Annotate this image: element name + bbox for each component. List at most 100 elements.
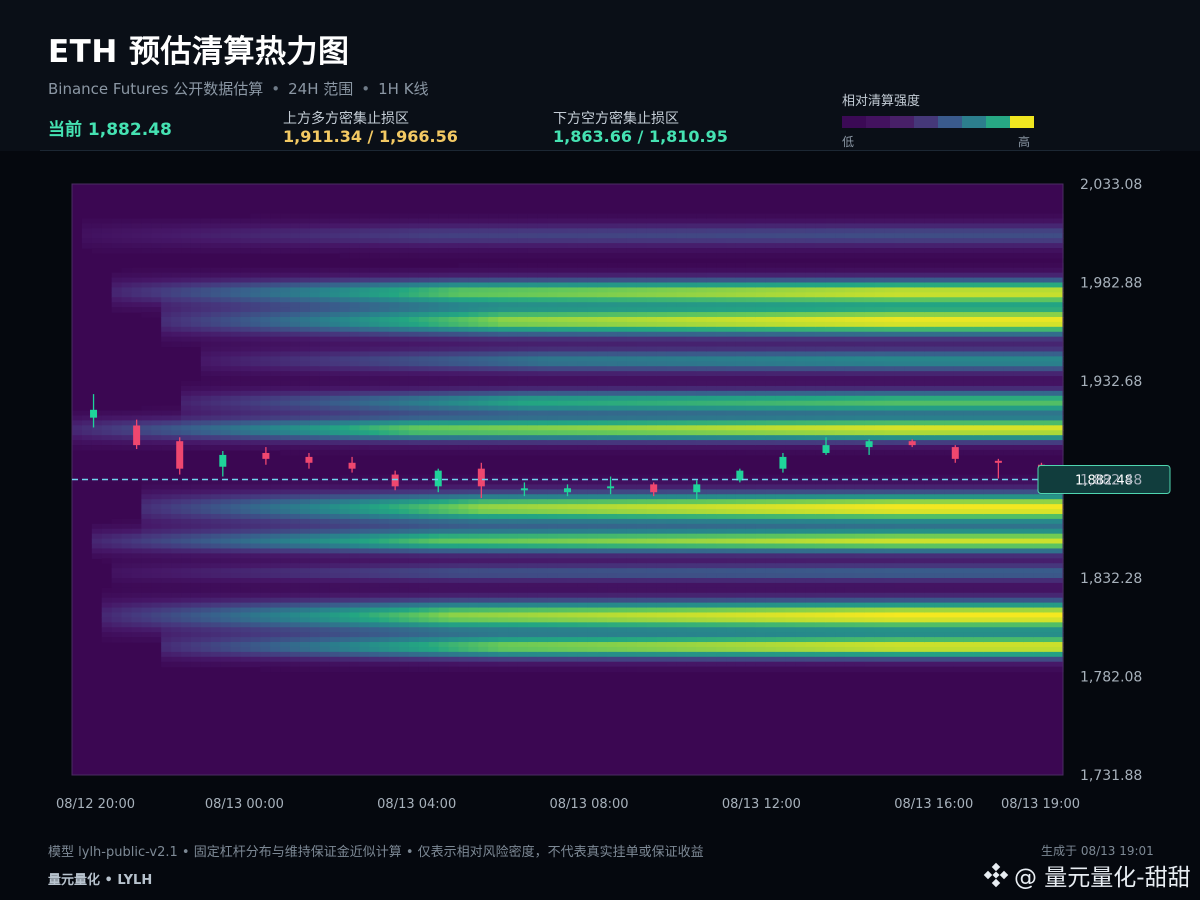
heatmap-cell [547, 410, 559, 417]
heatmap-cell [577, 484, 588, 490]
heatmap-cell [656, 597, 668, 604]
heatmap-cell [379, 509, 390, 515]
heatmap-cell [151, 312, 162, 318]
heatmap-cell [567, 277, 579, 284]
heatmap-cell [646, 307, 658, 313]
heatmap-cell [101, 420, 113, 426]
heatmap-cell [190, 297, 202, 303]
heatmap-cell [408, 336, 420, 343]
heatmap-cell [626, 632, 638, 638]
heatmap-cell [220, 366, 232, 372]
heatmap-cell [230, 248, 242, 254]
heatmap-cell [498, 420, 509, 426]
heatmap-cell [428, 213, 440, 220]
heatmap-cell [240, 597, 251, 604]
heatmap-cell [458, 272, 469, 279]
heatmap-cell [567, 548, 579, 554]
heatmap-cell [597, 622, 608, 628]
heatmap-cell [309, 400, 321, 407]
heatmap-cell [617, 642, 628, 648]
heatmap-cell [190, 277, 202, 284]
heatmap-cell [646, 597, 658, 604]
heatmap-cell [577, 499, 588, 505]
heatmap-cell [91, 538, 103, 545]
heatmap-cell [656, 385, 668, 392]
heatmap-cell [418, 405, 430, 412]
heatmap-cell [91, 238, 103, 244]
heatmap-cell [200, 282, 212, 289]
heatmap-cell [676, 558, 688, 564]
heatmap-cell [617, 632, 628, 638]
heatmap-cell [508, 553, 519, 559]
heatmap-cell [290, 646, 301, 653]
heatmap-cell [498, 612, 509, 618]
heatmap-cell [587, 248, 598, 254]
heatmap-cell [230, 509, 242, 515]
heatmap-cell [230, 366, 242, 372]
heatmap-cell [349, 395, 360, 402]
heatmap-cell [458, 587, 469, 594]
heatmap-cell [527, 218, 539, 224]
heatmap-cell [270, 627, 281, 633]
heatmap-cell [171, 528, 182, 535]
heatmap-cell [171, 479, 182, 486]
heatmap-cell [686, 632, 697, 638]
heatmap-cell [676, 642, 688, 648]
heatmap-cell [240, 336, 251, 343]
heatmap-cell [171, 661, 182, 668]
heatmap-cell [666, 420, 678, 426]
heatmap-cell [408, 607, 420, 614]
heatmap-cell [498, 410, 509, 417]
heatmap-cell [686, 336, 697, 343]
heatmap-cell [428, 538, 440, 545]
heatmap-cell [141, 533, 152, 540]
heatmap-cell [557, 410, 569, 417]
heatmap-cell [666, 405, 678, 412]
heatmap-cell [547, 341, 559, 348]
heatmap-cell [508, 238, 519, 244]
heatmap-cell [369, 573, 380, 579]
heatmap-cell [597, 228, 608, 234]
heatmap-cell [527, 651, 539, 658]
heatmap-cell [626, 395, 638, 402]
heatmap-cell [537, 592, 549, 599]
heatmap-cell [369, 238, 380, 244]
heatmap-cell [498, 233, 509, 239]
heatmap-cell [498, 558, 509, 564]
heatmap-cell [557, 297, 569, 303]
heatmap-cell [319, 528, 331, 535]
heatmap-cell [329, 292, 341, 298]
heatmap-cell [656, 573, 668, 579]
heatmap-cell [438, 573, 450, 579]
heatmap-cell [408, 440, 420, 446]
heatmap-cell [448, 553, 460, 559]
heatmap-cell [468, 223, 479, 229]
heatmap-cell [250, 331, 261, 338]
heatmap-cell [597, 385, 608, 392]
heatmap-cell [468, 656, 479, 663]
heatmap-cell [399, 395, 410, 402]
heatmap-cell [587, 548, 598, 554]
heatmap-cell [329, 533, 341, 540]
heatmap-cell [488, 504, 499, 510]
heatmap-cell [587, 661, 598, 668]
heatmap-cell [389, 228, 400, 234]
heatmap-cell [339, 410, 351, 417]
heatmap-cell [250, 499, 261, 505]
heatmap-cell [636, 612, 648, 618]
heatmap-cell [181, 617, 192, 623]
heatmap-cell [171, 568, 182, 574]
heatmap-cell [220, 558, 232, 564]
heatmap-cell [280, 302, 291, 308]
heatmap-cell [339, 548, 351, 554]
heatmap-cell [290, 331, 301, 338]
heatmap-cell [438, 272, 450, 279]
heatmap-cell [121, 573, 133, 579]
heatmap-cell [220, 504, 232, 510]
heatmap-cell [646, 499, 658, 505]
heatmap-cell [468, 282, 479, 289]
heatmap-cell [458, 607, 469, 614]
heatmap-cell [270, 651, 281, 658]
heatmap-cell [597, 287, 608, 293]
heatmap-cell [438, 558, 450, 564]
